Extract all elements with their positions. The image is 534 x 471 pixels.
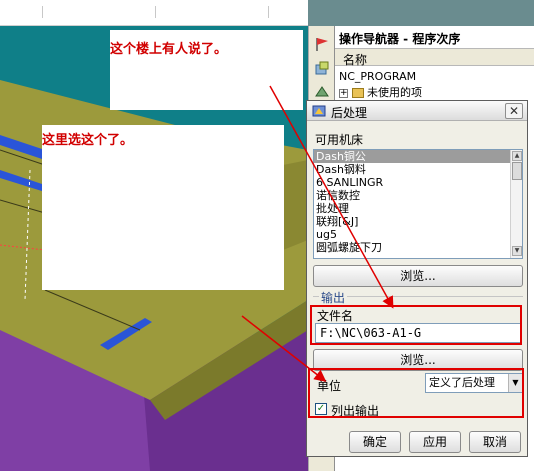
unit-select[interactable]: 定义了后处理 ▼: [425, 373, 523, 393]
machine-list-item[interactable]: Dash铜公: [314, 150, 522, 163]
annotation-text-1: 这个楼上有人说了。: [110, 42, 228, 57]
output-group-label: 输出: [319, 289, 348, 306]
browse-output-button[interactable]: 浏览...: [313, 349, 523, 371]
machine-list-item[interactable]: 圆弧螺旋下刀: [314, 241, 522, 254]
dialog-title-bar[interactable]: 后处理 ✕: [307, 101, 527, 121]
navigator-row-nc-program[interactable]: NC_PROGRAM: [339, 70, 416, 83]
navigator-row-label: NC_PROGRAM: [339, 70, 417, 83]
scroll-up-icon[interactable]: ▲: [512, 151, 522, 161]
machine-list-item[interactable]: 联翔[&J]: [314, 215, 522, 228]
dialog-title: 后处理: [331, 106, 368, 120]
close-icon[interactable]: ✕: [505, 103, 523, 119]
part-icon[interactable]: [313, 84, 331, 100]
machines-label: 可用机床: [315, 133, 364, 147]
chevron-down-icon[interactable]: ▼: [508, 374, 522, 392]
annotation-note-1: 这个楼上有人说了。: [110, 30, 303, 110]
plus-icon[interactable]: +: [339, 88, 348, 98]
annotation-text-2: 这里选这个了。: [42, 133, 134, 148]
annotation-note-2: 这里选这个了。: [42, 125, 284, 290]
green-ledge: [283, 160, 308, 250]
navigator-column-header[interactable]: 名称: [335, 48, 534, 67]
post-process-icon: [312, 105, 326, 117]
filename-label: 文件名: [317, 309, 354, 323]
list-output-checkbox[interactable]: ✓: [315, 403, 327, 415]
post-process-dialog: 后处理 ✕ 可用机床 Dash铜公 Dash钢料 6 SANLINGR 诺信数控…: [306, 100, 528, 457]
machine-list-item[interactable]: ug5: [314, 228, 522, 241]
assembly-icon[interactable]: [313, 60, 331, 76]
navigator-title: 操作导航器 - 程序次序: [339, 32, 461, 46]
unit-label: 单位: [317, 379, 342, 393]
scroll-down-icon[interactable]: ▼: [512, 246, 522, 256]
machine-list-item[interactable]: Dash钢料: [314, 163, 522, 176]
machine-list-item[interactable]: 诺信数控: [314, 189, 522, 202]
machine-list-item[interactable]: 6 SANLINGR: [314, 176, 522, 189]
apply-button[interactable]: 应用: [409, 431, 461, 453]
separator: [42, 6, 43, 18]
separator: [155, 6, 156, 18]
navigator-row-label: 未使用的项: [367, 86, 422, 99]
list-output-label: 列出输出: [331, 404, 380, 418]
browse-machine-button[interactable]: 浏览...: [313, 265, 523, 287]
flag-icon[interactable]: [313, 36, 331, 52]
cancel-button[interactable]: 取消: [469, 431, 521, 453]
separator: [268, 6, 269, 18]
scroll-thumb[interactable]: [512, 162, 522, 180]
machine-list-scrollbar[interactable]: ▲ ▼: [510, 150, 522, 258]
viewport-top-strip: [0, 0, 308, 26]
unit-select-value: 定义了后处理: [429, 376, 495, 389]
machine-list[interactable]: Dash铜公 Dash钢料 6 SANLINGR 诺信数控 批处理 联翔[&J]…: [313, 149, 523, 259]
machine-list-item[interactable]: 批处理: [314, 202, 522, 215]
ok-button[interactable]: 确定: [349, 431, 401, 453]
filename-field[interactable]: F:\NC\063-A1-G: [315, 323, 521, 343]
folder-icon: [352, 88, 364, 98]
navigator-row-unused[interactable]: + 未使用的项: [339, 84, 422, 100]
